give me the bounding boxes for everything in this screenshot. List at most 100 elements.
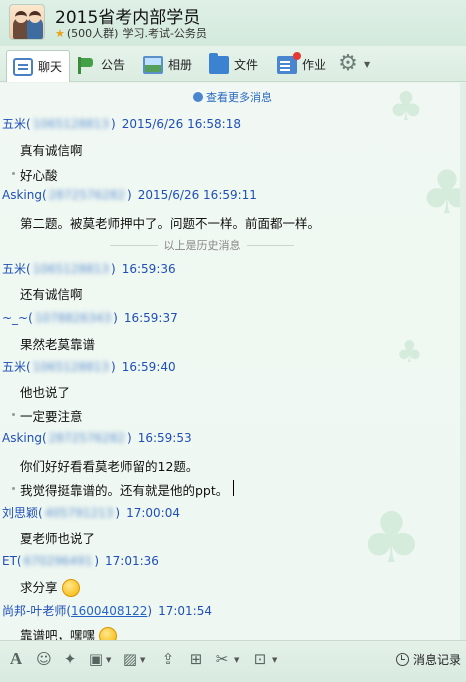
more-icon[interactable]: ⊡ [250, 649, 270, 669]
chevron-down-icon[interactable]: ▼ [272, 656, 277, 664]
message-text: 他也说了 [20, 385, 71, 400]
message-time: 16:59:36 [121, 261, 176, 276]
message-time: 2015/6/26 16:59:11 [137, 188, 257, 202]
history-divider-label: 以上是历史消息 [163, 239, 241, 252]
message-text: 夏老师也说了 [20, 531, 96, 546]
sender-name: 五米( [2, 360, 31, 374]
text-cursor [233, 480, 234, 496]
message-sender[interactable]: 刘思颖(405791213) 17:00:04 [2, 504, 180, 521]
tab-album[interactable]: 相册 [143, 50, 192, 79]
homework-icon [277, 51, 301, 74]
image-icon[interactable]: ▨ [120, 649, 140, 669]
present-icon[interactable]: ⊞ [186, 649, 206, 669]
scissors-icon[interactable]: ✂ [212, 649, 232, 669]
sender-name: 五米( [2, 117, 31, 131]
sender-close: ) [113, 311, 118, 325]
tab-files-label: 文件 [234, 58, 259, 72]
message-sender[interactable]: 尚邦-叶老师(1600408122) 17:01:54 [2, 602, 212, 619]
sender-close: ) [127, 188, 132, 202]
sender-close: ) [111, 261, 116, 276]
message-text: 好心酸 [12, 165, 58, 184]
tab-homework[interactable]: 作业 [277, 50, 326, 79]
message-text: 我觉得挺靠谱的。还有就是他的ppt。 [11, 480, 228, 499]
message-sender[interactable]: ET(670296491) 17:01:36 [2, 554, 159, 568]
tab-notice-label: 公告 [101, 58, 126, 72]
group-header: 2015省考内部学员 ★ (500人群) 学习.考试-公务员 [0, 0, 466, 46]
group-category: 学习.考试-公务员 [122, 27, 207, 40]
sender-close: ) [127, 431, 132, 445]
clover-decoration: ♣ [360, 497, 423, 579]
message-text: 靠谱吧，嘿嘿 [20, 625, 118, 640]
message-time: 16:59:53 [137, 431, 192, 445]
message-sender[interactable]: 五米(1065128813) 16:59:40 [2, 358, 176, 375]
sender-uid: 405791213 [44, 505, 114, 520]
message-sender[interactable]: Asking(2872576282) 2015/6/26 16:59:11 [2, 188, 257, 202]
sender-name: 刘思颖( [2, 506, 43, 520]
message-time: 16:59:40 [121, 359, 176, 374]
tab-album-label: 相册 [168, 58, 193, 72]
sender-name: Asking( [2, 431, 47, 445]
message-text: 一定要注意 [12, 406, 83, 425]
sender-uid: 1065128813 [32, 359, 110, 374]
group-avatar[interactable] [9, 4, 45, 40]
sender-close: ) [147, 603, 153, 618]
emoji-icon [99, 626, 118, 640]
upload-icon[interactable]: ⇪ [158, 649, 178, 669]
tab-bar: 聊天 公告 相册 文件 作业 [0, 46, 466, 82]
message-text-content: 靠谱吧，嘿嘿 [20, 628, 96, 640]
gift-icon[interactable]: ▣ [86, 649, 106, 669]
album-icon [143, 55, 163, 74]
sender-close: ) [111, 116, 116, 131]
tab-files[interactable]: 文件 [209, 50, 258, 79]
clover-decoration: ♣ [388, 84, 424, 130]
clover-decoration: ♣ [396, 335, 423, 370]
message-time: 17:01:36 [105, 554, 159, 568]
tab-homework-label: 作业 [302, 58, 327, 72]
sender-uid: 670296491 [23, 554, 93, 568]
history-divider: 以上是历史消息 [104, 237, 300, 253]
sender-name: ET( [2, 554, 22, 568]
input-toolbar: A ☺ ✦ ▣ ▼ ▨ ▼ ⇪ ⊞ ✂ ▼ ⊡ ▼ 消息记录 [0, 640, 466, 682]
chevron-down-icon[interactable]: ▼ [364, 60, 370, 69]
message-sender[interactable]: 五米(1065128813) 2015/6/26 16:58:18 [2, 115, 241, 132]
notice-icon [76, 56, 96, 74]
message-text: 求分享 [20, 577, 80, 598]
message-sender[interactable]: 五米(1065128813) 16:59:36 [2, 260, 176, 277]
chat-area[interactable]: ♣ ♣ ♣ ♣ 查看更多消息 五米(1065128813) 2015/6/26 … [0, 83, 466, 640]
font-icon[interactable]: A [6, 649, 26, 669]
chevron-down-icon[interactable]: ▼ [234, 656, 239, 664]
message-time: 16:59:37 [123, 311, 178, 325]
smiley-icon[interactable]: ☺ [34, 649, 54, 669]
magic-wand-icon[interactable]: ✦ [60, 649, 80, 669]
folder-icon [209, 52, 229, 74]
message-time: 2015/6/26 16:58:18 [121, 116, 241, 131]
message-text-content: 求分享 [20, 580, 58, 595]
view-more-link[interactable]: 查看更多消息 [193, 89, 272, 105]
sender-uid: 2872576282 [48, 431, 126, 445]
sender-name: Asking( [2, 188, 47, 202]
sender-close: ) [115, 505, 121, 520]
sender-name: 五米( [2, 262, 31, 276]
message-history-button[interactable]: 消息记录 [396, 651, 461, 668]
emoji-icon [61, 578, 80, 597]
message-text: 第二题。被莫老师押中了。问题不一样。前面都一样。 [20, 216, 321, 231]
message-sender[interactable]: ~_~(1078826343) 16:59:37 [2, 311, 178, 325]
sender-name: 尚邦-叶老师( [2, 604, 72, 618]
message-time: 17:00:04 [126, 505, 180, 520]
sender-name: ~_~( [2, 311, 33, 325]
tab-chat[interactable]: 聊天 [6, 50, 71, 82]
sender-uid: 1065128813 [32, 261, 110, 276]
tab-chat-label: 聊天 [38, 60, 63, 74]
message-time: 17:01:54 [158, 603, 212, 618]
sender-uid-link[interactable]: 1600408122 [71, 604, 147, 618]
chevron-down-icon[interactable]: ▼ [140, 656, 145, 664]
sender-uid: 1065128813 [32, 116, 110, 131]
chevron-down-icon[interactable]: ▼ [106, 656, 111, 664]
scrollbar[interactable] [460, 83, 466, 640]
message-sender[interactable]: Asking(2872576282) 16:59:53 [2, 431, 192, 445]
message-text: 还有诚信啊 [20, 287, 83, 302]
message-text: 真有诚信啊 [20, 143, 83, 158]
tab-notice[interactable]: 公告 [76, 50, 125, 79]
message-history-label: 消息记录 [413, 653, 462, 667]
gear-icon[interactable]: ⚙ [337, 53, 359, 75]
